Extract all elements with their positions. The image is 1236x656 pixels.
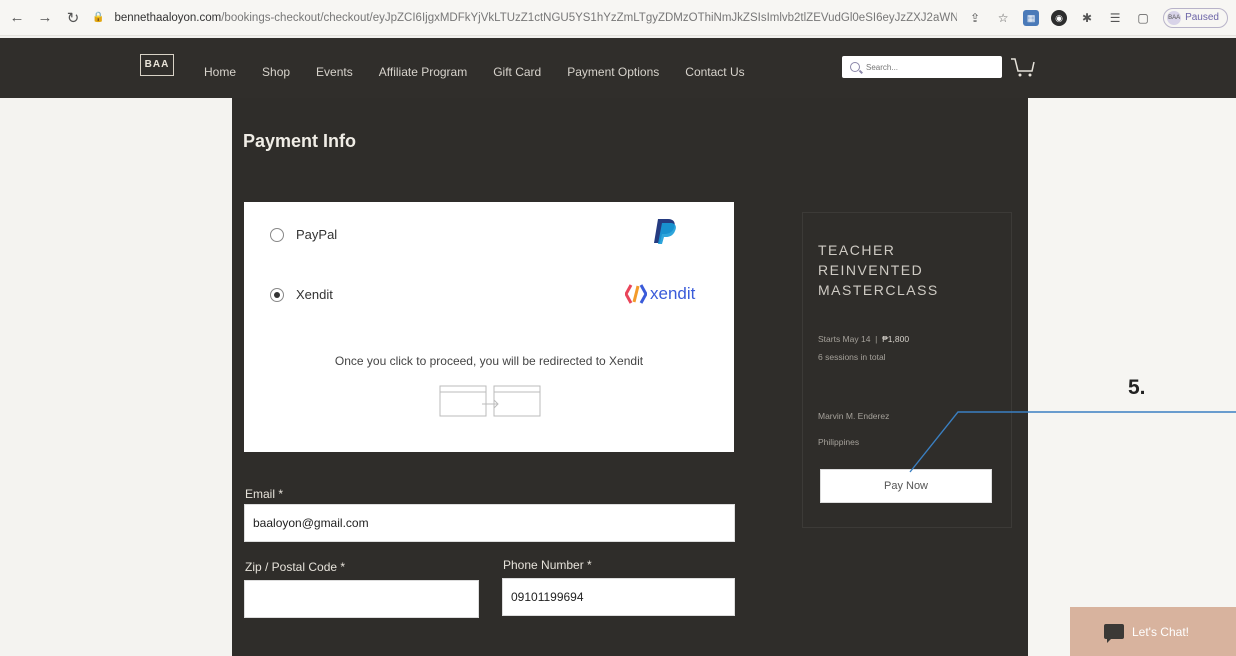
- paypal-icon: [654, 219, 676, 244]
- address-bar[interactable]: bennethaaloyon.com/bookings-checkout/che…: [114, 12, 957, 24]
- profile-button[interactable]: BAA Paused: [1163, 7, 1228, 28]
- service-title-line: REINVENTED: [818, 262, 924, 278]
- paypal-radio[interactable]: [270, 227, 284, 242]
- service-title-line: MASTERCLASS: [818, 282, 939, 298]
- email-field[interactable]: [244, 504, 735, 542]
- redirect-note: Once you click to proceed, you will be r…: [334, 354, 644, 368]
- email-label: Email *: [245, 487, 284, 501]
- xendit-label: Xendit: [296, 287, 333, 302]
- chat-icon: [1104, 624, 1124, 643]
- site-logo[interactable]: BAA: [140, 54, 174, 76]
- split-view-icon[interactable]: ▢: [1135, 10, 1151, 26]
- xendit-logo: xendit: [625, 284, 695, 304]
- nav-home[interactable]: Home: [204, 65, 236, 79]
- redirect-icon: [439, 385, 541, 417]
- forward-icon[interactable]: →: [36, 9, 54, 26]
- pay-now-button[interactable]: Pay Now: [820, 469, 992, 503]
- payment-option-xendit[interactable]: Xendit: [270, 287, 333, 302]
- page-left-margin: [0, 98, 232, 656]
- nav-payment-options[interactable]: Payment Options: [567, 65, 659, 79]
- phone-label: Phone Number *: [503, 558, 592, 572]
- cart-icon[interactable]: [1010, 56, 1036, 78]
- browser-toolbar: ← → ↻ 🔒 bennethaaloyon.com/bookings-chec…: [0, 0, 1236, 36]
- service-location: Philippines: [818, 437, 860, 447]
- nav-contact-us[interactable]: Contact Us: [685, 65, 744, 79]
- annotation-pointer: [909, 411, 1236, 473]
- share-icon[interactable]: ⇪: [967, 10, 983, 26]
- reading-list-icon[interactable]: ☰: [1107, 10, 1123, 26]
- xendit-icon: [625, 284, 647, 304]
- xendit-wordmark: xendit: [650, 284, 696, 303]
- service-title-line: TEACHER: [818, 242, 896, 258]
- profile-status: Paused: [1185, 12, 1219, 23]
- phone-field[interactable]: [502, 578, 735, 616]
- extension-icon[interactable]: ◉: [1051, 9, 1068, 26]
- url-domain: bennethaaloyon.com: [114, 11, 222, 24]
- url-path: /bookings-checkout/checkout/eyJpZCI6Ijgx…: [221, 11, 958, 24]
- zip-label: Zip / Postal Code *: [245, 560, 346, 574]
- star-icon[interactable]: ☆: [995, 10, 1011, 26]
- avatar: BAA: [1167, 10, 1182, 25]
- chat-button[interactable]: Let's Chat!: [1070, 607, 1236, 656]
- main-nav: Home Shop Events Affiliate Program Gift …: [204, 65, 771, 79]
- start-date: Starts May 14: [818, 334, 871, 344]
- service-price: ₱1,800: [882, 334, 910, 344]
- page-title: Payment Info: [243, 131, 357, 151]
- puzzle-icon[interactable]: ✱: [1079, 10, 1095, 26]
- instructor-name: Marvin M. Enderez: [818, 411, 890, 421]
- nav-events[interactable]: Events: [316, 65, 353, 79]
- extension-icon[interactable]: ▦: [1023, 9, 1040, 26]
- service-title: TEACHER REINVENTED MASTERCLASS: [818, 240, 988, 300]
- search-icon: [850, 62, 860, 72]
- nav-shop[interactable]: Shop: [262, 65, 290, 79]
- paypal-label: PayPal: [296, 227, 338, 242]
- lock-icon[interactable]: 🔒: [92, 12, 104, 23]
- search-input[interactable]: [866, 62, 986, 72]
- search-box[interactable]: [842, 56, 1002, 78]
- step-annotation: 5.: [1128, 376, 1146, 399]
- zip-field[interactable]: [244, 580, 479, 618]
- back-icon[interactable]: ←: [8, 9, 26, 26]
- session-count: 6 sessions in total: [818, 352, 886, 362]
- meta-divider: |: [872, 334, 880, 344]
- nav-affiliate-program[interactable]: Affiliate Program: [379, 65, 467, 79]
- service-schedule: Starts May 14 | ₱1,800: [818, 334, 909, 344]
- nav-gift-card[interactable]: Gift Card: [493, 65, 541, 79]
- payment-option-paypal[interactable]: PayPal: [270, 227, 337, 242]
- xendit-radio[interactable]: [270, 287, 284, 302]
- chat-label: Let's Chat!: [1132, 624, 1189, 639]
- reload-icon[interactable]: ↻: [64, 9, 82, 27]
